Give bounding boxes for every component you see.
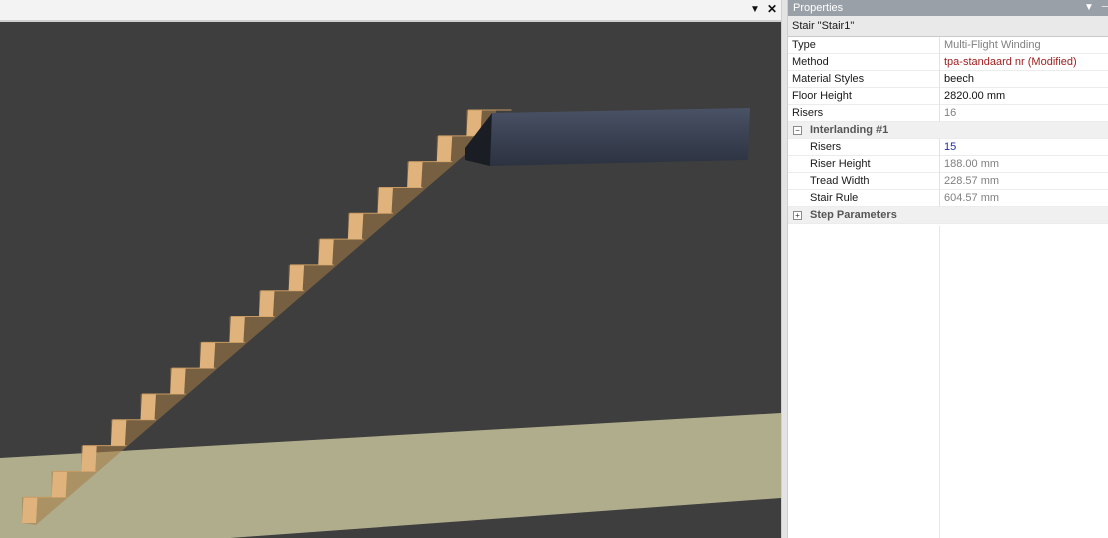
landing-front-face (490, 108, 750, 166)
property-row-method[interactable]: Method tpa-standaard nr (Modified) (788, 54, 1108, 71)
selected-object[interactable]: Stair "Stair1" (788, 16, 1108, 37)
close-icon[interactable]: ✕ (765, 2, 779, 16)
properties-title-bar: Properties ▼ ⊣ (788, 0, 1108, 16)
stair-riser (377, 187, 393, 214)
stair-riser (259, 290, 275, 317)
stair-riser (22, 497, 38, 523)
property-row-type[interactable]: Type Multi-Flight Winding (788, 37, 1108, 54)
collapse-icon[interactable]: − (793, 126, 802, 135)
stair-riser (110, 419, 127, 446)
stair-riser (347, 213, 364, 240)
stair-riser (81, 445, 97, 472)
viewport-header: ▼ ✕ (0, 0, 781, 22)
property-list: Type Multi-Flight Winding Method tpa-stand… (788, 37, 1108, 224)
stair-riser (229, 316, 245, 343)
properties-panel: Properties ▼ ⊣ Stair "Stair1" Type Multi-… (788, 0, 1108, 538)
stair-scene[interactable] (0, 22, 781, 538)
stair-riser (170, 368, 186, 394)
stair-riser (199, 342, 216, 369)
stair-riser (140, 393, 156, 420)
property-row-material-styles[interactable]: Material Styles beech (788, 71, 1108, 88)
stair-riser (51, 471, 68, 498)
dropdown-arrow-icon[interactable]: ▼ (748, 3, 762, 17)
group-interlanding[interactable]: − Interlanding #1 (788, 122, 1108, 139)
expand-icon[interactable]: + (793, 211, 802, 220)
property-row-stair-rule[interactable]: Stair Rule 604.57 mm (788, 190, 1108, 207)
property-row-riser-height[interactable]: Riser Height 188.00 mm (788, 156, 1108, 173)
properties-title: Properties (793, 2, 844, 14)
column-divider (939, 226, 940, 538)
property-row-interlanding-risers[interactable]: Risers 15 (788, 139, 1108, 156)
group-step-parameters[interactable]: + Step Parameters (788, 207, 1108, 224)
stair-riser (407, 161, 423, 188)
stair-riser (318, 239, 334, 265)
panel-menu-icon[interactable]: ▼ (1084, 0, 1094, 16)
landing-slab (465, 108, 750, 166)
panel-splitter[interactable] (781, 0, 788, 538)
property-row-floor-height[interactable]: Floor Height 2820.00 mm (788, 88, 1108, 105)
stair-riser (436, 135, 453, 162)
stair-riser (288, 264, 305, 291)
property-row-tread-width[interactable]: Tread Width 228.57 mm (788, 173, 1108, 190)
3d-viewport[interactable]: ▼ ✕ (0, 0, 781, 538)
property-row-risers[interactable]: Risers 16 (788, 105, 1108, 122)
pin-icon[interactable]: ⊣ (1101, 0, 1108, 16)
